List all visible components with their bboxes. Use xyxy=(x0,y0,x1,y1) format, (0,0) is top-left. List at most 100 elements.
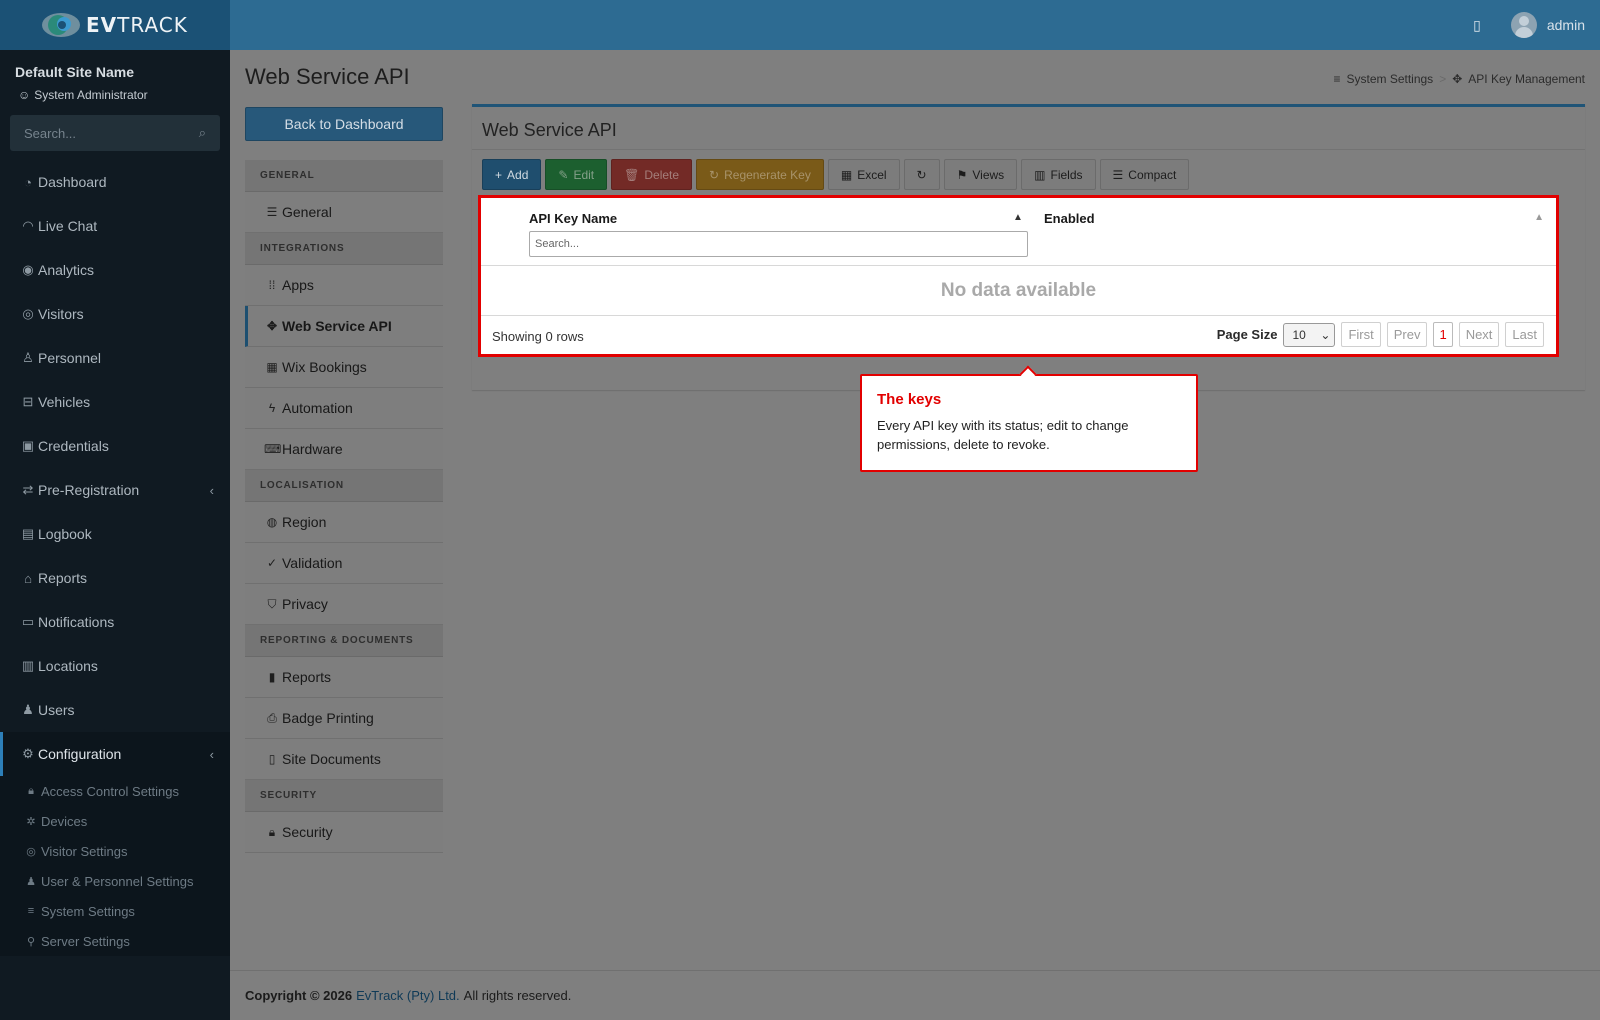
compact-button[interactable]: ☰ Compact xyxy=(1099,159,1190,190)
logo[interactable]: EVTRACK xyxy=(0,0,230,50)
page-size-select[interactable]: 10 ⌄ xyxy=(1283,322,1336,347)
sidebar-item-notifications[interactable]: ▭ Notifications xyxy=(0,600,230,644)
page-size-label: Page Size xyxy=(1216,327,1278,342)
excel-button[interactable]: ▦ Excel xyxy=(827,159,900,190)
user-name[interactable]: admin xyxy=(1547,17,1585,33)
eye-icon: ◎ xyxy=(22,306,34,321)
back-to-dashboard-button[interactable]: Back to Dashboard xyxy=(245,107,443,141)
plus-icon: + xyxy=(495,167,503,182)
site-name: Default Site Name xyxy=(15,64,135,80)
columns-icon: ▥ xyxy=(1034,167,1046,182)
settings-menu: GENERAL ☰ General INTEGRATIONS ⁞⁞ Apps ✥ We… xyxy=(245,160,443,853)
sidebar-subitem-system-settings[interactable]: ≡ System Settings xyxy=(0,896,230,926)
sidebar-item-credentials[interactable]: ▣ Credentials xyxy=(0,424,230,468)
breadcrumb-system-settings[interactable]: System Settings xyxy=(1346,72,1433,86)
settings-item-web-service-api[interactable]: ✥ Web Service API xyxy=(245,306,443,347)
dashboard-icon: ◔ xyxy=(24,174,32,190)
sidebar-item-locations[interactable]: ▥ Locations xyxy=(0,644,230,688)
arrows-icon: ⇄ xyxy=(22,482,34,497)
column-header-api-key-name[interactable]: API Key Name xyxy=(529,211,617,226)
sort-up-icon[interactable]: ▲ xyxy=(1013,212,1023,223)
add-button[interactable]: + Add xyxy=(482,159,542,190)
grid-toolbar: + Add ✎ Edit 🗑︎ Delete ↻ Regenerate Key ▦ Exc… xyxy=(482,159,1190,190)
api-key-panel: Web Service API + Add ✎ Edit 🗑︎ Delete ↻ Reg… xyxy=(472,104,1585,390)
settings-item-security[interactable]: 🔒︎ Security xyxy=(245,812,443,853)
refresh-button[interactable]: ↻ xyxy=(903,159,940,190)
delete-button[interactable]: 🗑︎ Delete xyxy=(611,159,693,190)
sliders-icon: ≡ xyxy=(27,905,35,917)
sort-up-icon[interactable]: ▲ xyxy=(1534,212,1544,223)
copyright-text: Copyright © 2026 xyxy=(245,988,353,1003)
settings-item-wix-bookings[interactable]: ▦ Wix Bookings xyxy=(245,347,443,388)
settings-item-general[interactable]: ☰ General xyxy=(245,192,443,233)
sidebar-item-pre-registration[interactable]: ⇄ Pre-Registration ‹ xyxy=(0,468,230,512)
settings-item-validation[interactable]: ✓ Validation xyxy=(245,543,443,584)
sidebar-subitem-visitor-settings[interactable]: ◎ Visitor Settings xyxy=(0,836,230,866)
settings-item-apps[interactable]: ⁞⁞ Apps xyxy=(245,265,443,306)
settings-item-site-documents[interactable]: ▯ Site Documents xyxy=(245,739,443,780)
sliders-icon: ≡ xyxy=(1333,72,1341,86)
sidebar-item-logbook[interactable]: ▤ Logbook xyxy=(0,512,230,556)
move-icon: ✥ xyxy=(1452,72,1463,86)
tooltip-body: Every API key with its status; edit to c… xyxy=(877,418,1129,452)
hardware-icon: ⌨ xyxy=(264,442,282,456)
headset-icon: ◠ xyxy=(22,218,34,233)
regenerate-key-button[interactable]: ↻ Regenerate Key xyxy=(696,159,824,190)
sidebar-item-live-chat[interactable]: ◠ Live Chat xyxy=(0,204,230,248)
api-key-table: API Key Name ▲ Search... Enabled ▲ No da… xyxy=(478,195,1559,357)
tooltip-title: The keys xyxy=(877,391,942,408)
breadcrumb-api-key-management[interactable]: API Key Management xyxy=(1468,72,1585,86)
chat-icon: ▭ xyxy=(21,614,35,629)
sidebar-subitem-user-personnel[interactable]: ♟ User & Personnel Settings xyxy=(0,866,230,896)
next-page-button[interactable]: Next xyxy=(1458,322,1500,347)
book-icon[interactable]: ▯ xyxy=(1473,17,1481,34)
sidebar-item-analytics[interactable]: ◉ Analytics xyxy=(0,248,230,292)
settings-item-reports[interactable]: ▮ Reports xyxy=(245,657,443,698)
settings-item-region[interactable]: ◍ Region xyxy=(245,502,443,543)
sidebar-nav: ◔ Dashboard ◠ Live Chat ◉ Analytics ◎ Visito… xyxy=(0,160,230,956)
top-bar: EVTRACK ▯ admin xyxy=(0,0,1600,50)
edit-button[interactable]: ✎ Edit xyxy=(545,159,608,190)
avatar[interactable] xyxy=(1510,12,1537,38)
sidebar-item-reports[interactable]: ⌂ Reports xyxy=(0,556,230,600)
prev-page-button[interactable]: Prev xyxy=(1386,322,1428,347)
id-card-icon: ▣ xyxy=(21,438,35,453)
sidebar-subitem-devices[interactable]: ✲ Devices xyxy=(0,806,230,836)
company-link[interactable]: EvTrack (Pty) Ltd. xyxy=(356,988,460,1003)
footer: Copyright © 2026 EvTrack (Pty) Ltd. All … xyxy=(230,970,1600,1020)
sidebar-item-visitors[interactable]: ◎ Visitors xyxy=(0,292,230,336)
sidebar-item-configuration[interactable]: ⚙ Configuration ‹ xyxy=(0,732,230,776)
sidebar-item-vehicles[interactable]: ⊟ Vehicles xyxy=(0,380,230,424)
configuration-submenu: 🔒︎ Access Control Settings ✲ Devices ◎ Visi… xyxy=(0,776,230,956)
table-icon: ▦ xyxy=(840,167,853,182)
pencil-icon: ✎ xyxy=(558,167,569,182)
settings-section-reporting: REPORTING & DOCUMENTS xyxy=(245,625,443,657)
first-page-button[interactable]: First xyxy=(1341,322,1381,347)
pagination: Page Size 10 ⌄ First Prev 1 Next Last xyxy=(1217,322,1544,347)
divider xyxy=(472,149,1585,150)
table-header: API Key Name ▲ Search... Enabled ▲ xyxy=(481,198,1556,266)
last-page-button[interactable]: Last xyxy=(1505,322,1544,347)
sidebar: Default Site Name ☺ System Administrator… xyxy=(0,50,230,1020)
calendar-icon: ▦ xyxy=(266,360,278,374)
document-icon: ▯ xyxy=(268,752,276,766)
sidebar-subitem-server-settings[interactable]: ⚲ Server Settings xyxy=(0,926,230,956)
settings-item-automation[interactable]: ϟ Automation xyxy=(245,388,443,429)
settings-item-hardware[interactable]: ⌨ Hardware xyxy=(245,429,443,470)
sidebar-item-users[interactable]: ♟ Users xyxy=(0,688,230,732)
sidebar-subitem-access-control[interactable]: 🔒︎ Access Control Settings xyxy=(0,776,230,806)
sidebar-search-input[interactable]: Search... ⌕ xyxy=(10,115,220,151)
fields-button[interactable]: ▥ Fields xyxy=(1021,159,1096,190)
chart-icon: ⌂ xyxy=(24,570,32,586)
map-icon: ▥ xyxy=(21,658,35,673)
printer-icon: ⎙ xyxy=(267,710,277,725)
sidebar-item-dashboard[interactable]: ◔ Dashboard xyxy=(0,160,230,204)
api-key-name-filter-input[interactable]: Search... xyxy=(529,231,1028,257)
settings-item-badge-printing[interactable]: ⎙ Badge Printing xyxy=(245,698,443,739)
settings-item-privacy[interactable]: ⛉ Privacy xyxy=(245,584,443,625)
views-button[interactable]: ⚑ Views xyxy=(943,159,1018,190)
sidebar-item-personnel[interactable]: ♙ Personnel xyxy=(0,336,230,380)
column-header-enabled[interactable]: Enabled xyxy=(1044,211,1095,226)
users-icon: ♟ xyxy=(26,875,36,888)
current-page-button[interactable]: 1 xyxy=(1433,322,1453,347)
